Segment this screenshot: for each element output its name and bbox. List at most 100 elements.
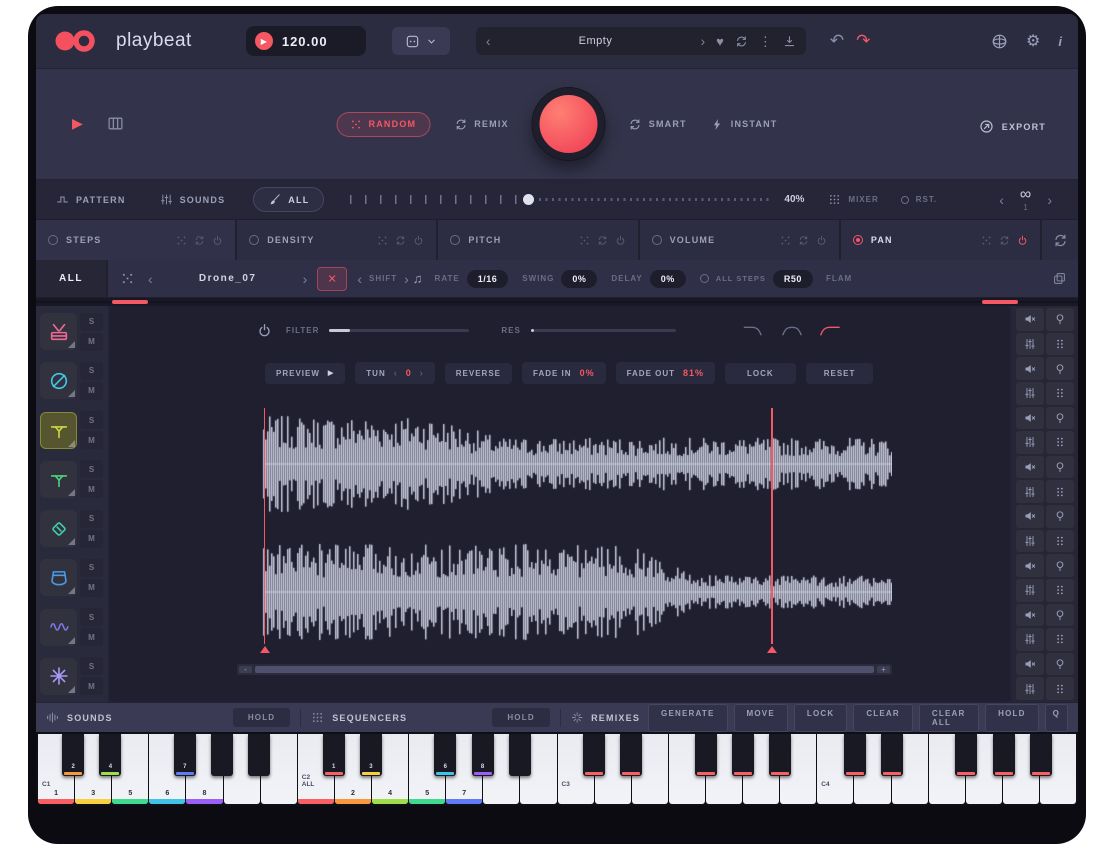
- waveform-channel-left[interactable]: [237, 414, 892, 514]
- track-7-output-speaker-icon[interactable]: [1016, 604, 1044, 627]
- params-cycle-button[interactable]: [1042, 220, 1078, 260]
- track-5-output-speaker-icon[interactable]: [1016, 505, 1044, 528]
- dice-icon[interactable]: [780, 235, 791, 246]
- track-7-mixer-sliders-icon[interactable]: [1016, 628, 1044, 651]
- remix-button[interactable]: REMIX: [454, 118, 509, 131]
- redo-button[interactable]: ↷: [856, 31, 870, 51]
- waveform-channel-right[interactable]: [237, 542, 892, 642]
- remix-move-button[interactable]: MOVE: [734, 704, 788, 732]
- reset-button[interactable]: RESET: [806, 363, 874, 384]
- zoom-in-button[interactable]: +: [877, 666, 890, 673]
- track-4-output-speaker-icon[interactable]: [1016, 456, 1044, 479]
- track-6-choke-knob-icon[interactable]: [1046, 554, 1074, 577]
- track-3-mixer-sliders-icon[interactable]: [1016, 431, 1044, 454]
- power-icon[interactable]: [615, 235, 626, 246]
- track-2-cymbal-icon[interactable]: [40, 362, 77, 399]
- track-1-mixer-sliders-icon[interactable]: [1016, 333, 1044, 356]
- tab-pattern[interactable]: PATTERN: [56, 193, 126, 206]
- piano-roll-icon[interactable]: [107, 115, 124, 132]
- piano-key-black-19[interactable]: [993, 734, 1015, 776]
- bpm-box[interactable]: ▶ 120.00: [246, 26, 366, 56]
- remix-q-button[interactable]: Q: [1045, 704, 1068, 732]
- piano-key-black-9[interactable]: 8: [472, 734, 494, 776]
- sample-name[interactable]: Drone_07: [153, 273, 303, 284]
- track-8-choke-knob-icon[interactable]: [1046, 653, 1074, 676]
- track-5-mute-button[interactable]: M: [80, 530, 103, 548]
- preset-next-button[interactable]: ›: [700, 33, 705, 49]
- loop-icon[interactable]: [798, 235, 809, 246]
- track-1-mute-button[interactable]: M: [80, 333, 103, 351]
- remix-clear-button[interactable]: CLEAR: [853, 704, 913, 732]
- mixer-button[interactable]: MIXER: [828, 193, 878, 206]
- loop-icon[interactable]: [194, 235, 205, 246]
- track-6-mute-button[interactable]: M: [80, 579, 103, 597]
- tune-control[interactable]: TUN ‹ 0 ›: [355, 362, 434, 384]
- tab-radio-icon[interactable]: [652, 235, 662, 245]
- track-4-pad-grid-icon[interactable]: [1046, 480, 1074, 503]
- piano-key-black-10[interactable]: [509, 734, 531, 776]
- pager-prev-button[interactable]: ‹: [999, 192, 1004, 208]
- track-6-output-speaker-icon[interactable]: [1016, 554, 1044, 577]
- track-2-pad-grid-icon[interactable]: [1046, 382, 1074, 405]
- piano-key-black-5[interactable]: [248, 734, 270, 776]
- track-7-choke-knob-icon[interactable]: [1046, 604, 1074, 627]
- tab-radio-icon[interactable]: [249, 235, 259, 245]
- piano-key-black-3[interactable]: 7: [174, 734, 196, 776]
- track-2-mute-button[interactable]: M: [80, 382, 103, 400]
- tune-down-button[interactable]: ‹: [394, 368, 398, 378]
- loop-icon[interactable]: [999, 235, 1010, 246]
- reload-preset-icon[interactable]: [735, 35, 748, 48]
- track-4-solo-button[interactable]: S: [80, 460, 103, 478]
- shift-left-button[interactable]: ‹: [357, 271, 362, 287]
- complexity-slider[interactable]: 40%: [350, 194, 804, 205]
- power-icon[interactable]: [1017, 235, 1028, 246]
- track-3-mute-button[interactable]: M: [80, 431, 103, 449]
- remix-generate-button[interactable]: GENERATE: [648, 704, 727, 732]
- preset-prev-button[interactable]: ‹: [486, 33, 491, 49]
- fade-in-control[interactable]: FADE IN 0%: [522, 362, 606, 384]
- track-5-pad-grid-icon[interactable]: [1046, 530, 1074, 553]
- dice-icon[interactable]: [121, 272, 134, 285]
- track-5-mixer-sliders-icon[interactable]: [1016, 530, 1044, 553]
- all-tracks-cell[interactable]: ALL: [36, 260, 108, 297]
- copy-icon[interactable]: [1053, 272, 1066, 285]
- xn-toggle-button[interactable]: [317, 267, 347, 291]
- track-7-pad-grid-icon[interactable]: [1046, 628, 1074, 651]
- tab-radio-icon[interactable]: [450, 235, 460, 245]
- track-7-wave-icon[interactable]: [40, 609, 77, 646]
- tune-up-button[interactable]: ›: [420, 368, 424, 378]
- sounds-hold-button[interactable]: HOLD: [233, 708, 290, 727]
- dice-icon[interactable]: [579, 235, 590, 246]
- waveform-display[interactable]: [237, 414, 892, 642]
- pager-next-button[interactable]: ›: [1047, 192, 1052, 208]
- param-tab-pitch[interactable]: PITCH: [438, 220, 637, 260]
- ai-dropdown[interactable]: [392, 27, 450, 55]
- sample-end-marker[interactable]: [771, 408, 773, 644]
- tab-sounds[interactable]: SOUNDS: [160, 193, 226, 206]
- piano-key-black-14[interactable]: [732, 734, 754, 776]
- reset-button[interactable]: RST.: [901, 195, 937, 204]
- random-button[interactable]: RANDOM: [337, 112, 431, 137]
- loop-start-segment[interactable]: [112, 300, 148, 304]
- track-2-output-speaker-icon[interactable]: [1016, 357, 1044, 380]
- track-3-choke-knob-icon[interactable]: [1046, 407, 1074, 430]
- track-8-mute-button[interactable]: M: [80, 677, 103, 695]
- piano-key-black-11[interactable]: [583, 734, 605, 776]
- loop-icon[interactable]: [597, 235, 608, 246]
- power-icon[interactable]: [257, 323, 272, 338]
- download-icon[interactable]: [783, 35, 796, 48]
- track-2-mixer-sliders-icon[interactable]: [1016, 382, 1044, 405]
- piano-key-black-1[interactable]: 2: [62, 734, 84, 776]
- preset-name[interactable]: Empty: [502, 35, 690, 47]
- bpm-value[interactable]: 120.00: [282, 34, 328, 49]
- track-3-pad-grid-icon[interactable]: [1046, 431, 1074, 454]
- filter-slider[interactable]: [329, 329, 469, 332]
- sequencers-hold-button[interactable]: HOLD: [492, 708, 549, 727]
- undo-button[interactable]: ↶: [830, 31, 844, 51]
- rate-value[interactable]: 1/16: [467, 270, 509, 288]
- flam-button[interactable]: FLAM: [826, 274, 852, 283]
- preview-button[interactable]: PREVIEW ▶: [265, 363, 345, 384]
- track-2-choke-knob-icon[interactable]: [1046, 357, 1074, 380]
- favorite-icon[interactable]: ♥: [716, 35, 724, 48]
- scrollbar-thumb[interactable]: [255, 666, 874, 673]
